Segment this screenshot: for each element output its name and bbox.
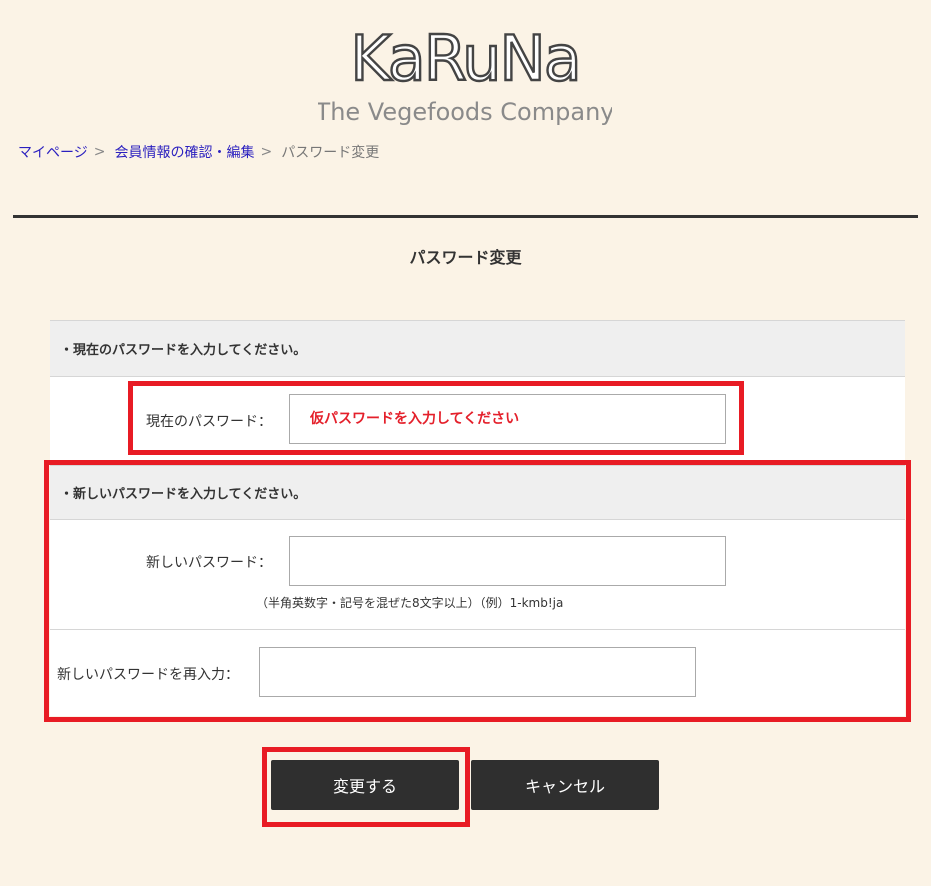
- confirm-password-label: 新しいパスワードを再入力：: [57, 667, 239, 683]
- breadcrumb-member-info-link[interactable]: 会員情報の確認・編集: [114, 142, 254, 162]
- current-password-label: 現在のパスワード：: [146, 414, 272, 430]
- logo-tagline: The Vegefoods Company: [318, 98, 612, 126]
- breadcrumb: マイページ > 会員情報の確認・編集 > パスワード変更: [18, 142, 379, 162]
- logo-mark: KaRuNa: [350, 22, 580, 95]
- current-password-section-heading: ・現在のパスワードを入力してください。: [50, 320, 905, 377]
- confirm-password-input[interactable]: [259, 647, 696, 697]
- new-password-section-heading: ・新しいパスワードを入力してください。: [50, 465, 905, 520]
- current-password-input[interactable]: [289, 394, 726, 444]
- new-password-input[interactable]: [289, 536, 726, 586]
- breadcrumb-mypage-link[interactable]: マイページ: [18, 142, 88, 162]
- karuna-logo[interactable]: KaRuNa The Vegefoods Company: [315, 18, 615, 130]
- row-divider: [50, 629, 905, 630]
- password-rule-hint: （半角英数字・記号を混ぜた8文字以上）（例）1-kmb!ja: [256, 596, 564, 610]
- cancel-button[interactable]: キャンセル: [471, 760, 659, 810]
- page-title: パスワード変更: [409, 248, 522, 267]
- breadcrumb-separator: >: [93, 144, 106, 160]
- header-divider: [13, 215, 918, 218]
- new-password-label: 新しいパスワード：: [146, 555, 272, 571]
- breadcrumb-current: パスワード変更: [281, 145, 380, 161]
- breadcrumb-separator: >: [260, 144, 273, 160]
- submit-change-button[interactable]: 変更する: [271, 760, 459, 810]
